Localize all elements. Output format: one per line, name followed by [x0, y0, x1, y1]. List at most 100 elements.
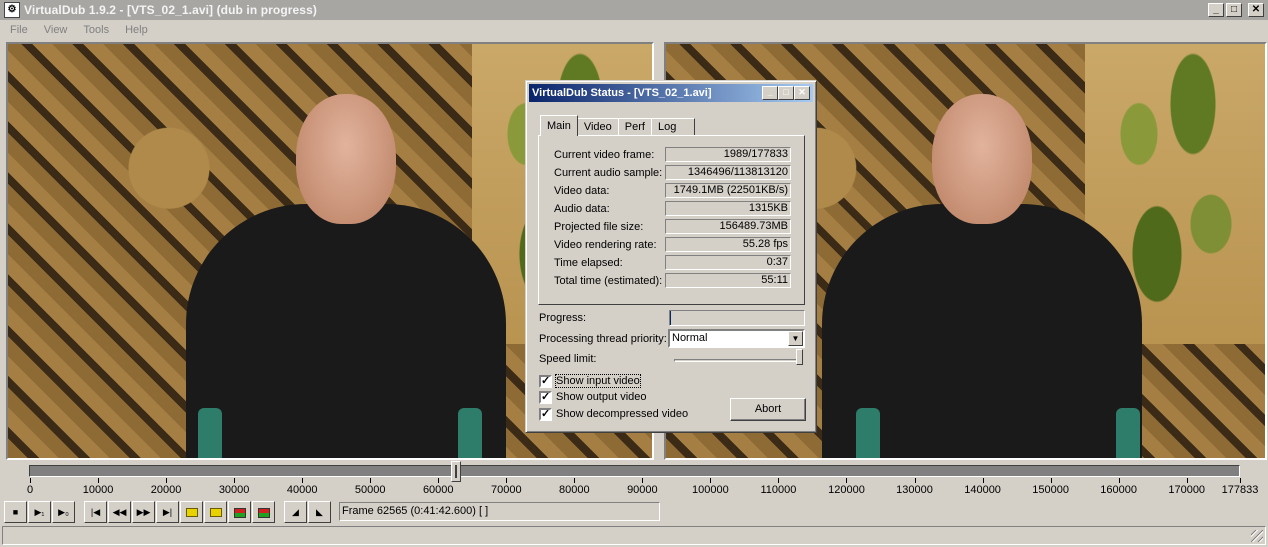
app-icon[interactable]: ⚙ — [4, 2, 20, 18]
timeline-tick-label: 40000 — [286, 484, 318, 496]
mark-in-button[interactable]: ◢ — [284, 501, 307, 523]
timeline-tick-mark — [846, 478, 848, 483]
start-button[interactable]: |◀ — [84, 501, 107, 523]
timeline-tick-label: 50000 — [354, 484, 386, 496]
checkbox-box[interactable]: ✓ — [539, 390, 552, 404]
play-output-button[interactable]: ▶₀ — [52, 501, 75, 523]
status-bar — [2, 526, 1266, 545]
timeline-tick-mark — [778, 478, 780, 483]
resize-grip-icon[interactable] — [1251, 530, 1263, 542]
timeline-tick-label: 70000 — [490, 484, 522, 496]
timeline-tick-mark — [982, 478, 984, 483]
prev-frame-button[interactable]: ◀◀ — [108, 501, 131, 523]
timeline-tick-label: 0 — [27, 484, 34, 496]
stat-value: 156489.73MB — [665, 219, 791, 234]
stat-value: 55.28 fps — [665, 237, 791, 252]
dialog-close-button[interactable]: ✕ — [794, 86, 810, 100]
status-dialog-title[interactable]: VirtualDub Status - [VTS_02_1.avi] _ □ ✕ — [529, 84, 813, 102]
timeline-track[interactable] — [29, 465, 1240, 477]
stat-row: Video rendering rate: 55.28 fps — [554, 237, 804, 253]
next-scene-button[interactable] — [252, 501, 275, 523]
timeline-tick-mark — [642, 478, 644, 483]
status-dialog-title-text: VirtualDub Status - [VTS_02_1.avi] — [532, 87, 712, 99]
checkbox-label[interactable]: Show output video — [556, 391, 647, 403]
abort-button[interactable]: Abort — [730, 398, 806, 421]
stop-button[interactable]: ■ — [4, 501, 27, 523]
priority-select[interactable]: Normal ▼ — [668, 329, 805, 348]
minimize-button[interactable]: _ — [1208, 3, 1224, 17]
status-tabs: Main Video Perf Log — [540, 115, 695, 136]
scene-icon — [233, 507, 246, 518]
stat-row: Current audio sample: 1346496/113813120 — [554, 165, 804, 181]
timeline-tick-mark — [710, 478, 712, 483]
checkbox-label[interactable]: Show input video — [555, 374, 641, 388]
stat-label: Time elapsed: — [554, 257, 623, 269]
speed-limit-thumb[interactable] — [796, 349, 803, 365]
video-frame-chair — [856, 408, 880, 458]
speed-limit-track[interactable] — [674, 359, 800, 362]
next-frame-button[interactable]: ▶▶ — [132, 501, 155, 523]
maximize-button[interactable]: □ — [1226, 3, 1242, 17]
show-decompressed-video-checkbox[interactable]: ✓ Show decompressed video — [539, 406, 688, 422]
menu-tools[interactable]: Tools — [73, 24, 115, 36]
priority-selected-value: Normal — [672, 332, 708, 344]
progress-bar — [669, 310, 805, 326]
video-frame-chair — [458, 408, 482, 458]
keyframe-icon — [209, 508, 222, 518]
timeline-tick-mark — [98, 478, 100, 483]
menu-help[interactable]: Help — [115, 24, 154, 36]
timeline-tick-label: 130000 — [896, 484, 933, 496]
timeline-tick-mark — [1118, 478, 1120, 483]
tab-perf[interactable]: Perf — [617, 118, 652, 136]
end-button[interactable]: ▶| — [156, 501, 179, 523]
timeline-tick-mark — [30, 478, 31, 483]
video-frame-chair — [198, 408, 222, 458]
dialog-maximize-button[interactable]: □ — [778, 86, 794, 100]
show-output-video-checkbox[interactable]: ✓ Show output video — [539, 389, 647, 405]
stat-row: Current video frame: 1989/177833 — [554, 147, 804, 163]
video-frame-person — [821, 64, 1142, 458]
timeline-tick-label: 20000 — [150, 484, 182, 496]
play-input-button[interactable]: ▶₁ — [28, 501, 51, 523]
main-tab-panel: Current video frame: 1989/177833 Current… — [538, 135, 805, 305]
video-frame-person — [186, 64, 506, 458]
chevron-down-icon[interactable]: ▼ — [788, 331, 803, 346]
timeline-tick-label: 140000 — [964, 484, 1001, 496]
timeline-tick-mark — [370, 478, 372, 483]
stat-value: 1749.1MB (22501KB/s) — [665, 183, 791, 198]
next-keyframe-button[interactable] — [204, 501, 227, 523]
tab-video[interactable]: Video — [576, 118, 619, 136]
window-title: VirtualDub 1.9.2 - [VTS_02_1.avi] (dub i… — [24, 3, 317, 17]
timeline-tick-mark — [574, 478, 576, 483]
frame-info-field: Frame 62565 (0:41:42.600) [ ] — [339, 502, 660, 521]
stat-value: 1315KB — [665, 201, 791, 216]
tab-main[interactable]: Main — [540, 115, 578, 136]
stat-label: Video rendering rate: — [554, 239, 657, 251]
menu-file[interactable]: File — [0, 24, 34, 36]
timeline-tick-label: 110000 — [760, 484, 797, 496]
progress-label: Progress: — [539, 312, 587, 324]
stat-row: Total time (estimated): 55:11 — [554, 273, 804, 289]
timeline-tick-mark — [914, 478, 916, 483]
prev-scene-button[interactable] — [228, 501, 251, 523]
stat-label: Total time (estimated): — [554, 275, 663, 287]
mark-out-button[interactable]: ◣ — [308, 501, 331, 523]
prev-keyframe-button[interactable] — [180, 501, 203, 523]
timeline-tick-label: 100000 — [692, 484, 729, 496]
close-button[interactable]: ✕ — [1248, 3, 1264, 17]
timeline-tick-label: 80000 — [559, 484, 590, 496]
tab-log[interactable]: Log — [650, 118, 695, 136]
menu-view[interactable]: View — [34, 24, 74, 36]
checkbox-box[interactable]: ✓ — [539, 374, 552, 388]
timeline-tick-mark — [1240, 478, 1241, 483]
timeline-tick-label: 90000 — [627, 484, 658, 496]
checkbox-label[interactable]: Show decompressed video — [556, 408, 688, 420]
menu-bar: File View Tools Help — [0, 20, 154, 40]
timeline-tick-mark — [1050, 478, 1052, 483]
stat-label: Current audio sample: — [554, 167, 663, 179]
checkbox-box[interactable]: ✓ — [539, 407, 552, 421]
dialog-minimize-button[interactable]: _ — [762, 86, 778, 100]
stat-row: Audio data: 1315KB — [554, 201, 804, 217]
stat-value: 1346496/113813120 — [665, 165, 791, 180]
show-input-video-checkbox[interactable]: ✓ Show input video — [539, 373, 641, 389]
